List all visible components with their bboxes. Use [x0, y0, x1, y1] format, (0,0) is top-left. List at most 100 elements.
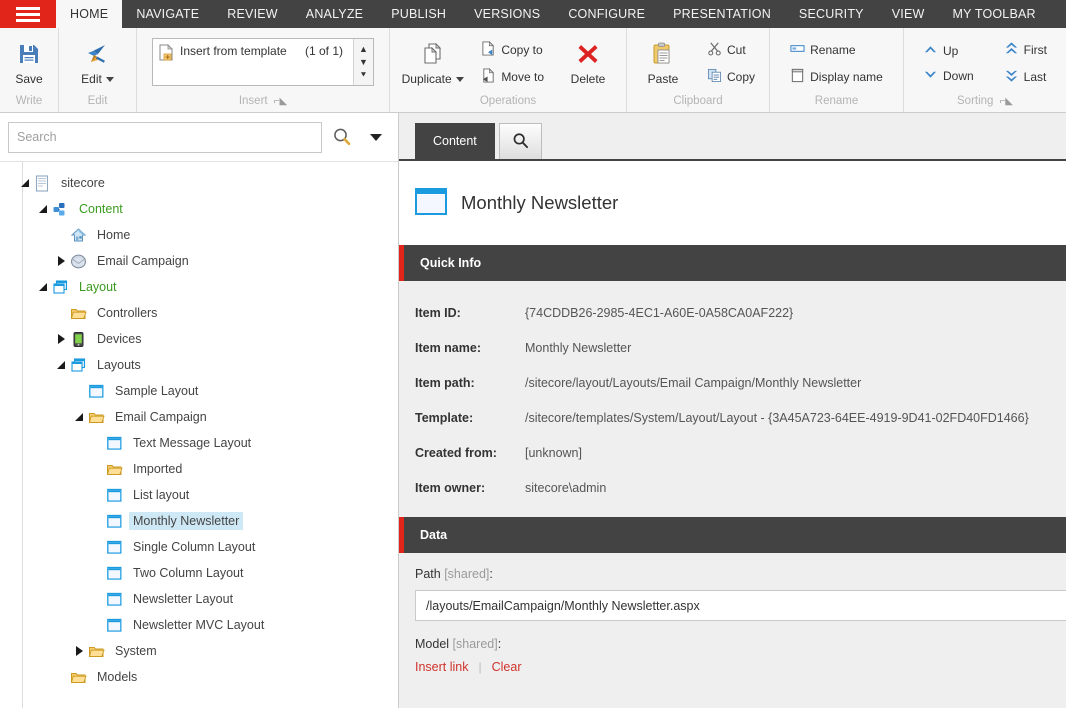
menu-tab-analyze[interactable]: ANALYZE [292, 0, 377, 28]
section-header-data[interactable]: Data [399, 517, 1066, 553]
cut-button[interactable]: Cut [701, 38, 761, 62]
menu-tab-security[interactable]: SECURITY [785, 0, 878, 28]
menu-tab-home[interactable]: HOME [56, 0, 122, 28]
edit-button[interactable]: Edit [70, 39, 126, 89]
menu-tab-versions[interactable]: VERSIONS [460, 0, 554, 28]
insert-link-button[interactable]: Insert link [415, 660, 469, 674]
quick-info-row: Template: /sitecore/templates/System/Lay… [399, 400, 1066, 435]
double-chevron-up-icon [1004, 41, 1019, 59]
menu-tab-view[interactable]: VIEW [878, 0, 939, 28]
menu-tab-label: PRESENTATION [673, 7, 771, 21]
ribbon-group-title-edit: Edit [59, 95, 136, 112]
insert-template-count: (1 of 1) [305, 44, 347, 58]
search-options-dropdown[interactable] [362, 134, 390, 141]
hamburger-bar [16, 19, 40, 22]
rename-button[interactable]: Rename [784, 38, 889, 62]
tree-search-bar [0, 113, 398, 161]
insert-from-template-button[interactable]: Insert from template (1 of 1) [153, 39, 353, 85]
tree-expander-expanded-icon[interactable] [54, 358, 68, 372]
item-editor-pane: Content Monthly Newsletter [399, 113, 1066, 708]
save-button-label: Save [15, 72, 42, 86]
copy-button[interactable]: Copy [701, 65, 761, 89]
tree-expander-expanded-icon[interactable] [18, 176, 32, 190]
tree-item-home[interactable]: Home [0, 222, 398, 248]
paste-button[interactable]: Paste [635, 39, 691, 89]
tree-expander-collapsed-icon[interactable] [72, 644, 86, 658]
tree-item-label: Single Column Layout [129, 538, 259, 556]
save-button[interactable]: Save [1, 39, 57, 89]
menu-tab-label: PUBLISH [391, 7, 446, 21]
menu-tab-my-toolbar[interactable]: MY TOOLBAR [938, 0, 1049, 28]
spinner-up-icon[interactable]: ▲ [359, 46, 368, 52]
search-input[interactable] [8, 122, 322, 153]
tab-content[interactable]: Content [415, 123, 495, 159]
tree-item-email-campaign[interactable]: Email Campaign [0, 248, 398, 274]
tree-item-monthly-newsletter[interactable]: Monthly Newsletter [0, 508, 398, 534]
ribbon-group-title-insert: Insert⌐◣ [137, 95, 389, 112]
chevron-down-icon [923, 68, 938, 84]
sort-up-button[interactable]: Up [917, 40, 980, 62]
link-separator: | [479, 660, 482, 674]
chevron-down-icon[interactable] [456, 77, 464, 82]
tree-item-devices[interactable]: Devices [0, 326, 398, 352]
hamburger-menu-icon[interactable] [0, 0, 56, 28]
tree-item-newsletter-layout[interactable]: Newsletter Layout [0, 586, 398, 612]
menu-tab-navigate[interactable]: NAVIGATE [122, 0, 213, 28]
spinner-last-icon[interactable]: ⯆ [360, 72, 367, 78]
menu-tab-review[interactable]: REVIEW [213, 0, 292, 28]
dialog-launcher-icon[interactable]: ⌐◣ [274, 96, 288, 107]
tree-expander-expanded-icon[interactable] [72, 410, 86, 424]
floppy-disk-save-icon [17, 42, 41, 69]
folder-icon [88, 409, 105, 426]
tree-item-layout[interactable]: Layout [0, 274, 398, 300]
section-header-quick-info[interactable]: Quick Info [399, 245, 1066, 281]
insert-from-template-combo[interactable]: Insert from template (1 of 1) ▲ ▼ ⯆ [152, 38, 374, 86]
tree-item-models[interactable]: Models [0, 664, 398, 690]
tree-item-single-column-layout[interactable]: Single Column Layout [0, 534, 398, 560]
tab-search[interactable] [499, 123, 542, 159]
move-to-button[interactable]: Move to [475, 65, 550, 89]
tree-item-newsletter-mvc-layout[interactable]: Newsletter MVC Layout [0, 612, 398, 638]
path-input[interactable] [415, 590, 1066, 621]
tree-expander-expanded-icon[interactable] [36, 202, 50, 216]
sort-first-button[interactable]: First [998, 38, 1053, 62]
tree-item-email-campaign[interactable]: Email Campaign [0, 404, 398, 430]
delete-button[interactable]: Delete [560, 39, 616, 89]
quick-info-value: [unknown] [525, 446, 582, 460]
spinner-down-icon[interactable]: ▼ [359, 59, 368, 65]
tree-item-two-column-layout[interactable]: Two Column Layout [0, 560, 398, 586]
tree-item-imported[interactable]: Imported [0, 456, 398, 482]
sorting-updown-buttons: Up Down [917, 40, 980, 87]
tree-expander-spacer [90, 566, 104, 580]
tree-item-sample-layout[interactable]: Sample Layout [0, 378, 398, 404]
duplicate-button[interactable]: Duplicate [400, 39, 465, 89]
tree-expander-collapsed-icon[interactable] [54, 332, 68, 346]
menu-tab-presentation[interactable]: PRESENTATION [659, 0, 785, 28]
menu-tab-publish[interactable]: PUBLISH [377, 0, 460, 28]
ribbon-group-clipboard: Paste Cut [627, 28, 770, 112]
tree-item-list-layout[interactable]: List layout [0, 482, 398, 508]
quick-info-key: Item path: [415, 376, 525, 390]
tree-item-controllers[interactable]: Controllers [0, 300, 398, 326]
tree-item-content[interactable]: Content [0, 196, 398, 222]
quick-info-key: Item name: [415, 341, 525, 355]
copy-to-button[interactable]: Copy to [475, 38, 550, 62]
clear-button[interactable]: Clear [492, 660, 522, 674]
chevron-down-icon[interactable] [106, 77, 114, 82]
menu-tab-configure[interactable]: CONFIGURE [554, 0, 659, 28]
tree-item-label: Two Column Layout [129, 564, 247, 582]
tree-expander-expanded-icon[interactable] [36, 280, 50, 294]
tree-expander-collapsed-icon[interactable] [54, 254, 68, 268]
sort-last-button[interactable]: Last [998, 65, 1053, 89]
tree-item-label: System [111, 642, 161, 660]
display-name-button[interactable]: Display name [784, 65, 889, 89]
sort-down-button[interactable]: Down [917, 65, 980, 87]
tree-item-sitecore[interactable]: sitecore [0, 170, 398, 196]
scissors-cut-icon [707, 41, 722, 59]
email-campaign-icon [70, 253, 87, 270]
dialog-launcher-icon[interactable]: ⌐◣ [999, 96, 1013, 107]
tree-item-system[interactable]: System [0, 638, 398, 664]
magnifier-search-icon[interactable] [332, 127, 352, 147]
tree-item-layouts[interactable]: Layouts [0, 352, 398, 378]
tree-item-text-message-layout[interactable]: Text Message Layout [0, 430, 398, 456]
